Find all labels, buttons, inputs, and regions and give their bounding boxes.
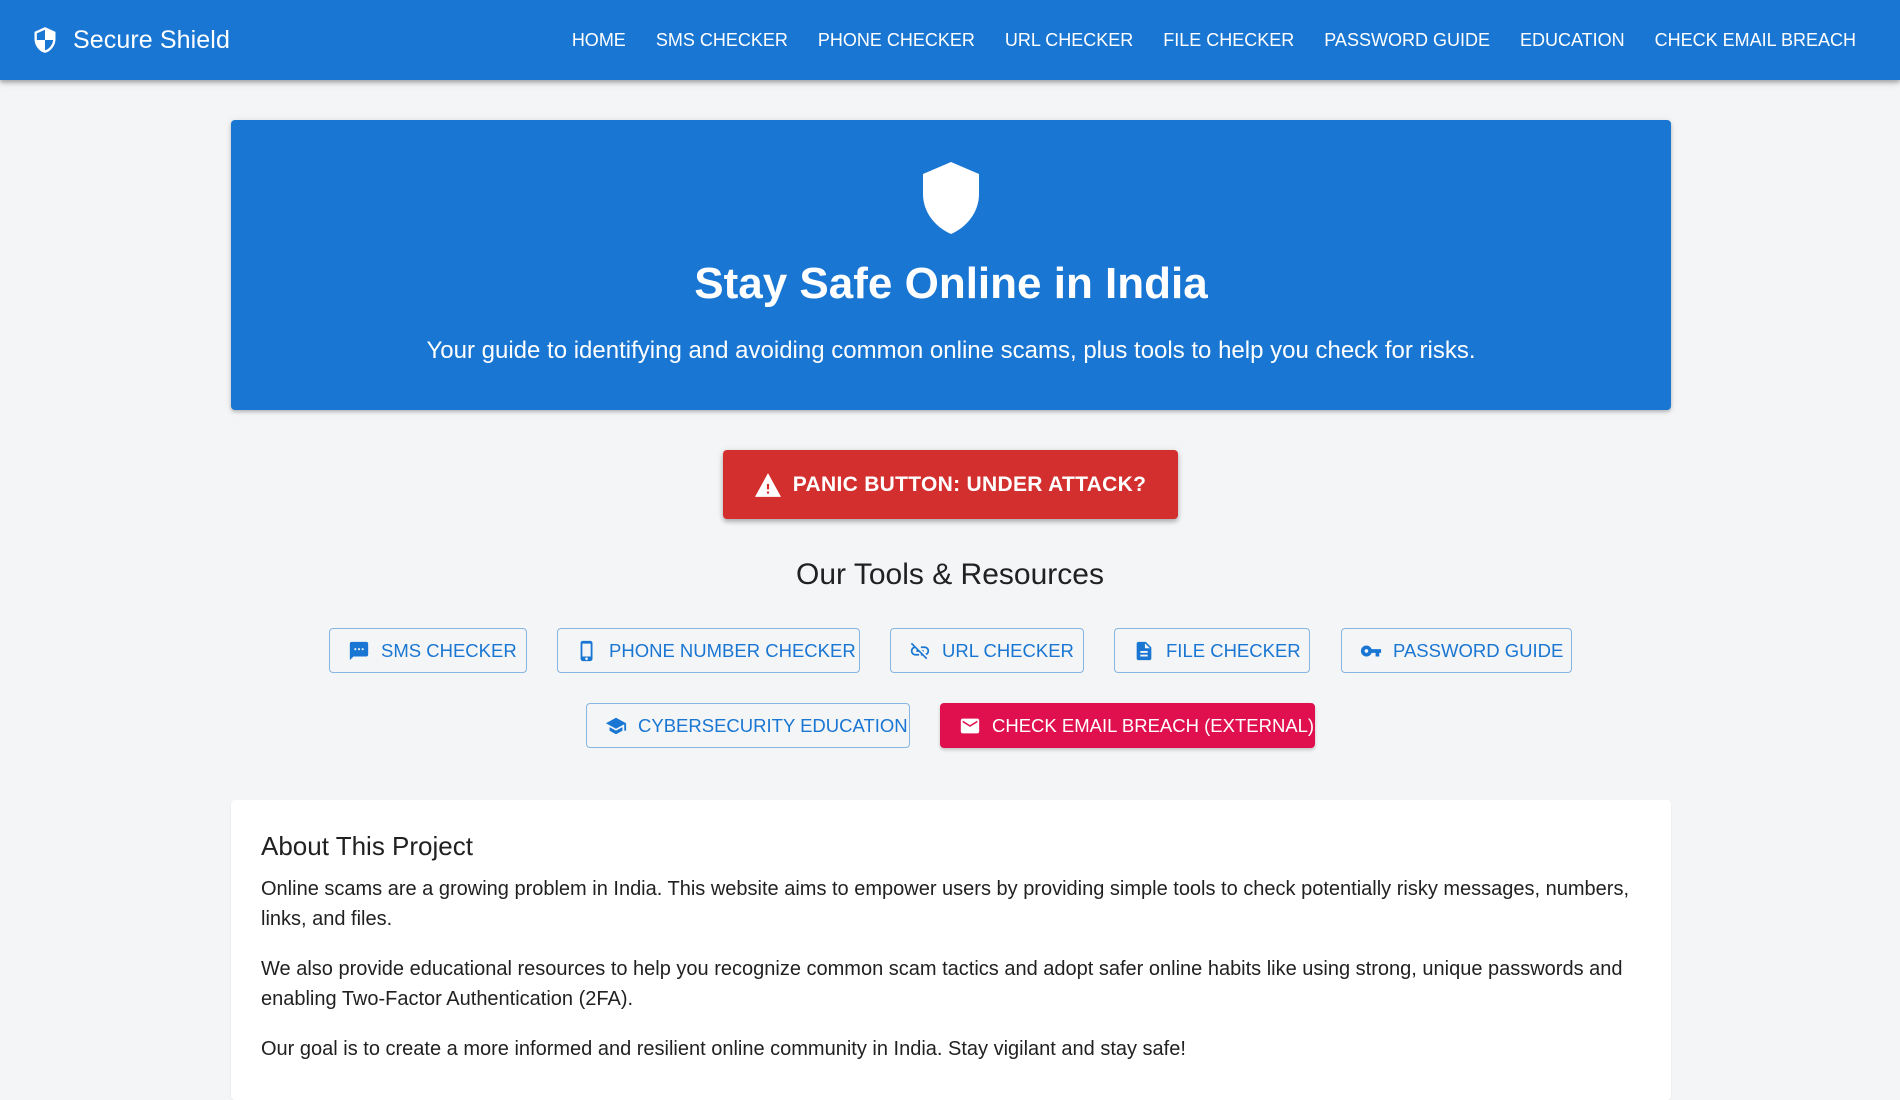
nav-sms-checker[interactable]: SMS CHECKER	[641, 20, 803, 61]
about-paragraph: We also provide educational resources to…	[261, 958, 1623, 1010]
tool-sms-checker-button[interactable]: SMS CHECKER	[329, 628, 527, 673]
shield-check-icon	[31, 25, 59, 55]
file-icon	[1133, 640, 1155, 662]
tool-file-checker-button[interactable]: FILE CHECKER	[1114, 628, 1310, 673]
school-icon	[605, 715, 627, 737]
nav-password-guide[interactable]: PASSWORD GUIDE	[1309, 20, 1505, 61]
about-card: About This Project Online scams are a gr…	[231, 800, 1671, 1100]
link-off-icon	[909, 640, 931, 662]
tool-label: SMS CHECKER	[381, 639, 517, 661]
hero-banner: Stay Safe Online in India Your guide to …	[231, 120, 1671, 410]
brand-title: Secure Shield	[73, 25, 230, 54]
tool-password-guide-button[interactable]: PASSWORD GUIDE	[1341, 628, 1572, 673]
app-bar: Secure Shield HOME SMS CHECKER PHONE CHE…	[0, 0, 1900, 80]
tool-cybersecurity-education-button[interactable]: CYBERSECURITY EDUCATION	[586, 703, 910, 748]
nav-check-email-breach[interactable]: CHECK EMAIL BREACH	[1640, 20, 1871, 61]
tool-check-email-breach-button[interactable]: CHECK EMAIL BREACH (EXTERNAL)	[940, 703, 1315, 748]
about-title: About This Project	[261, 831, 473, 861]
nav-home[interactable]: HOME	[557, 20, 641, 61]
about-paragraph: Online scams are a growing problem in In…	[261, 878, 1630, 930]
tool-label: CHECK EMAIL BREACH (EXTERNAL)	[992, 714, 1315, 736]
hero-subtitle: Your guide to identifying and avoiding c…	[426, 337, 1476, 364]
about-paragraph: Our goal is to create a more informed an…	[261, 1038, 1186, 1060]
nav-url-checker[interactable]: URL CHECKER	[990, 20, 1148, 61]
nav-phone-checker[interactable]: PHONE CHECKER	[803, 20, 990, 61]
hero-title: Stay Safe Online in India	[694, 259, 1208, 308]
tool-label: PASSWORD GUIDE	[1393, 639, 1564, 661]
tool-label: CYBERSECURITY EDUCATION	[638, 714, 908, 736]
warning-icon	[754, 472, 781, 497]
brand-home-link[interactable]: Secure Shield	[31, 25, 230, 55]
tools-section-title: Our Tools & Resources	[796, 558, 1104, 591]
tool-phone-checker-button[interactable]: PHONE NUMBER CHECKER	[557, 628, 860, 673]
tool-url-checker-button[interactable]: URL CHECKER	[890, 628, 1084, 673]
nav-file-checker[interactable]: FILE CHECKER	[1148, 20, 1309, 61]
phone-icon	[576, 640, 598, 662]
panic-button-label: PANIC BUTTON: UNDER ATTACK?	[792, 472, 1147, 496]
top-nav: HOME SMS CHECKER PHONE CHECKER URL CHECK…	[557, 20, 1871, 61]
email-icon	[959, 715, 981, 737]
tool-label: FILE CHECKER	[1166, 639, 1301, 661]
key-icon	[1360, 640, 1382, 662]
tool-label: URL CHECKER	[942, 639, 1074, 661]
tool-label: PHONE NUMBER CHECKER	[609, 639, 856, 661]
sms-icon	[348, 640, 370, 662]
shield-icon	[921, 162, 981, 234]
nav-education[interactable]: EDUCATION	[1505, 20, 1640, 61]
panic-button[interactable]: PANIC BUTTON: UNDER ATTACK?	[723, 450, 1178, 519]
